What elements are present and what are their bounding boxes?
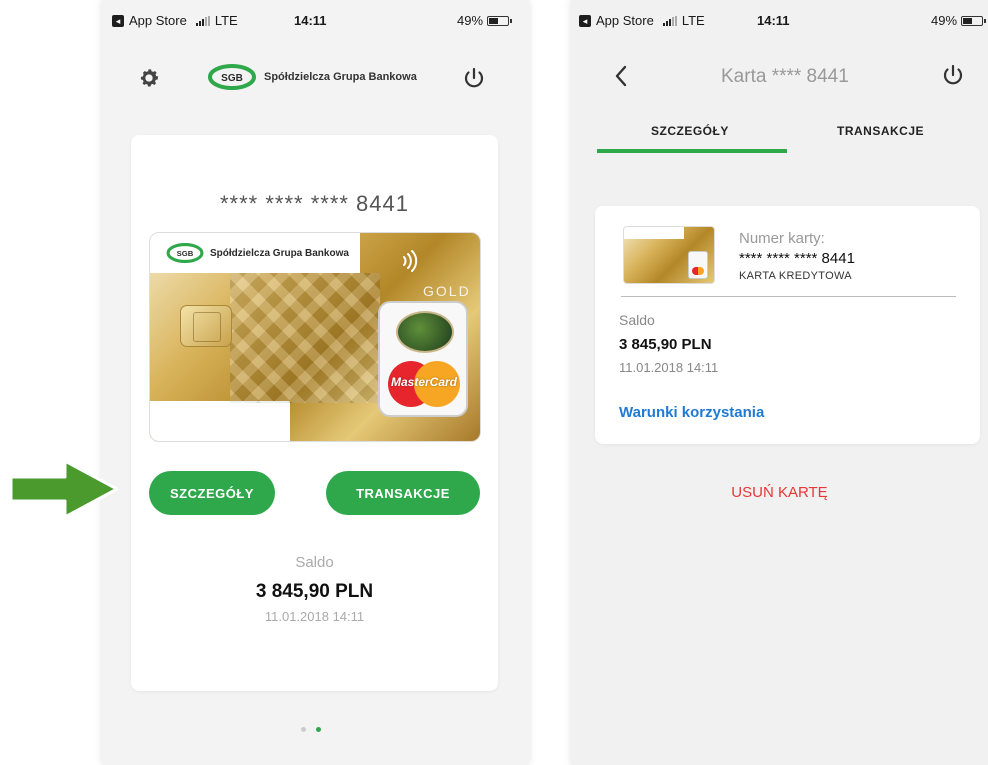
gear-icon[interactable] bbox=[138, 67, 160, 89]
signal-icon bbox=[195, 15, 210, 26]
details-button[interactable]: SZCZEGÓŁY bbox=[149, 471, 275, 515]
back-to-app-icon[interactable]: ◂ bbox=[112, 14, 124, 27]
back-to-app-icon[interactable]: ◂ bbox=[579, 14, 591, 27]
card-number-value: **** **** **** 8441 bbox=[739, 250, 855, 267]
brand-header: SGB Spółdzielcza Grupa Bankowa bbox=[208, 64, 417, 90]
brand-name: Spółdzielcza Grupa Bankowa bbox=[264, 71, 417, 83]
tab-details[interactable]: SZCZEGÓŁY bbox=[651, 124, 729, 138]
card-tier-label: GOLD bbox=[423, 283, 471, 299]
card-thumbnail bbox=[623, 226, 715, 284]
status-time: 14:11 bbox=[294, 13, 327, 28]
page-dot[interactable] bbox=[301, 727, 306, 732]
card-number-label: Numer karty: bbox=[739, 230, 825, 247]
transactions-button[interactable]: TRANSAKCJE bbox=[326, 471, 480, 515]
arrow-right-icon bbox=[9, 459, 119, 519]
sgb-logo: SGB bbox=[208, 64, 256, 90]
active-tab-indicator bbox=[597, 149, 787, 153]
status-carrier: App Store bbox=[129, 13, 187, 28]
phone-screen-card-overview: ◂ App Store LTE 14:11 49% SGB Spółdzielc… bbox=[102, 0, 529, 765]
contactless-icon bbox=[403, 250, 418, 272]
card-pattern bbox=[230, 273, 380, 403]
balance-amount: 3 845,90 PLN bbox=[619, 336, 712, 353]
mastercard-mini-icon bbox=[688, 251, 708, 279]
status-bar: ◂ App Store LTE 14:11 49% bbox=[102, 0, 529, 40]
card-network-badge: MasterCard bbox=[378, 301, 468, 417]
balance-date: 11.01.2018 14:11 bbox=[619, 360, 719, 375]
balance-amount: 3 845,90 PLN bbox=[255, 581, 374, 602]
battery-icon bbox=[487, 15, 513, 26]
terms-link[interactable]: Warunki korzystania bbox=[619, 404, 764, 421]
screen-title: Karta **** 8441 bbox=[721, 66, 849, 87]
card-detail-panel: Numer karty: **** **** **** 8441 KARTA K… bbox=[595, 206, 980, 444]
page-dot-active[interactable] bbox=[316, 727, 321, 732]
status-network: LTE bbox=[681, 13, 705, 28]
divider bbox=[621, 296, 956, 297]
balance-label: Saldo bbox=[295, 554, 334, 571]
phone-screen-card-details: ◂ App Store LTE 14:11 49% Karta **** 844… bbox=[571, 0, 988, 765]
battery-icon bbox=[961, 15, 987, 26]
balance-date: 11.01.2018 14:11 bbox=[264, 609, 365, 624]
remove-card-button[interactable]: USUŃ KARTĘ bbox=[571, 484, 988, 501]
card-image[interactable]: SGB Spółdzielcza Grupa Bankowa GOLD Mast… bbox=[149, 232, 481, 442]
sgb-logo-text: SGB bbox=[221, 73, 243, 84]
power-icon[interactable] bbox=[941, 63, 965, 87]
balance-label: Saldo bbox=[619, 312, 655, 328]
status-battery: 49% bbox=[457, 13, 484, 28]
sgb-logo: SGB bbox=[166, 243, 204, 263]
power-icon[interactable] bbox=[462, 66, 486, 90]
status-bar: ◂ App Store LTE 14:11 49% bbox=[571, 0, 988, 40]
status-time: 14:11 bbox=[757, 13, 790, 28]
mastercard-logo: MasterCard bbox=[384, 361, 464, 409]
mastercard-text: MasterCard bbox=[390, 375, 458, 389]
status-carrier: App Store bbox=[596, 13, 654, 28]
globe-hologram-icon bbox=[396, 311, 454, 353]
card-logo-text: SGB bbox=[177, 249, 194, 258]
status-battery: 49% bbox=[931, 13, 958, 28]
signal-icon bbox=[662, 15, 677, 26]
card-brand-text: Spółdzielcza Grupa Bankowa bbox=[210, 247, 349, 259]
masked-card-number: **** **** **** 8441 bbox=[219, 191, 410, 216]
page-indicator[interactable] bbox=[301, 727, 321, 732]
status-network: LTE bbox=[214, 13, 238, 28]
chevron-left-icon[interactable] bbox=[613, 64, 629, 88]
card-brand-logo: SGB Spółdzielcza Grupa Bankowa bbox=[166, 243, 349, 263]
card-type: KARTA KREDYTOWA bbox=[739, 270, 852, 282]
card-chip bbox=[180, 305, 232, 347]
tab-transactions[interactable]: TRANSAKCJE bbox=[837, 124, 924, 138]
card-overview-panel: **** **** **** 8441 SGB Spółdzielcza Gru… bbox=[131, 135, 498, 691]
